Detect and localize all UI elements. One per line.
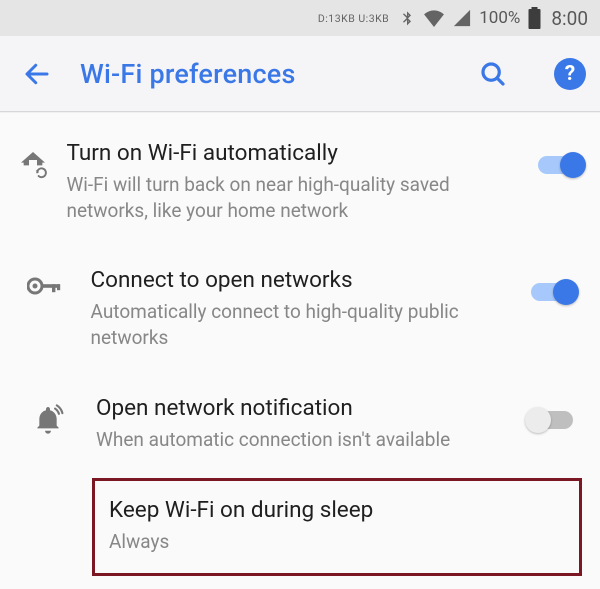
row-title: Keep Wi-Fi on during sleep [109, 497, 565, 523]
row-value: Always [109, 529, 565, 555]
row-keep-wifi-sleep[interactable]: Keep Wi-Fi on during sleep Always [92, 478, 582, 576]
row-subtitle: Wi-Fi will turn back on near high-qualit… [66, 172, 530, 223]
row-title: Open network notification [96, 395, 512, 421]
status-bar: D:13KB U:3KB 100% 8:00 [0, 0, 600, 36]
row-open-notification[interactable]: Open network notification When automatic… [0, 373, 600, 475]
help-button[interactable]: ? [554, 58, 586, 90]
search-button[interactable] [478, 59, 508, 89]
home-refresh-icon [0, 140, 66, 180]
row-subtitle: Automatically connect to high-quality pu… [91, 299, 516, 350]
bluetooth-icon [399, 8, 415, 28]
bell-signal-icon [0, 395, 96, 435]
page-title: Wi-Fi preferences [80, 58, 432, 90]
status-network-speed: D:13KB U:3KB [318, 12, 389, 25]
row-subtitle: When automatic connection isn't availabl… [96, 427, 512, 453]
status-clock: 8:00 [551, 7, 588, 30]
back-button[interactable] [22, 59, 52, 89]
wifi-icon [423, 9, 445, 27]
help-icon: ? [554, 58, 586, 90]
switch-auto-wifi[interactable] [538, 156, 582, 174]
cell-signal-icon [453, 9, 471, 27]
row-title: Connect to open networks [91, 267, 516, 293]
row-title: Turn on Wi-Fi automatically [66, 140, 530, 166]
status-battery-percent: 100% [479, 8, 520, 28]
row-connect-open[interactable]: Connect to open networks Automatically c… [0, 245, 600, 372]
battery-icon [528, 7, 541, 29]
row-auto-wifi[interactable]: Turn on Wi-Fi automatically Wi-Fi will t… [0, 118, 600, 245]
key-icon [0, 267, 91, 297]
app-bar: Wi-Fi preferences ? [0, 36, 600, 112]
switch-open-notification[interactable] [529, 411, 573, 429]
settings-list: Turn on Wi-Fi automatically Wi-Fi will t… [0, 112, 600, 576]
switch-connect-open[interactable] [531, 283, 575, 301]
